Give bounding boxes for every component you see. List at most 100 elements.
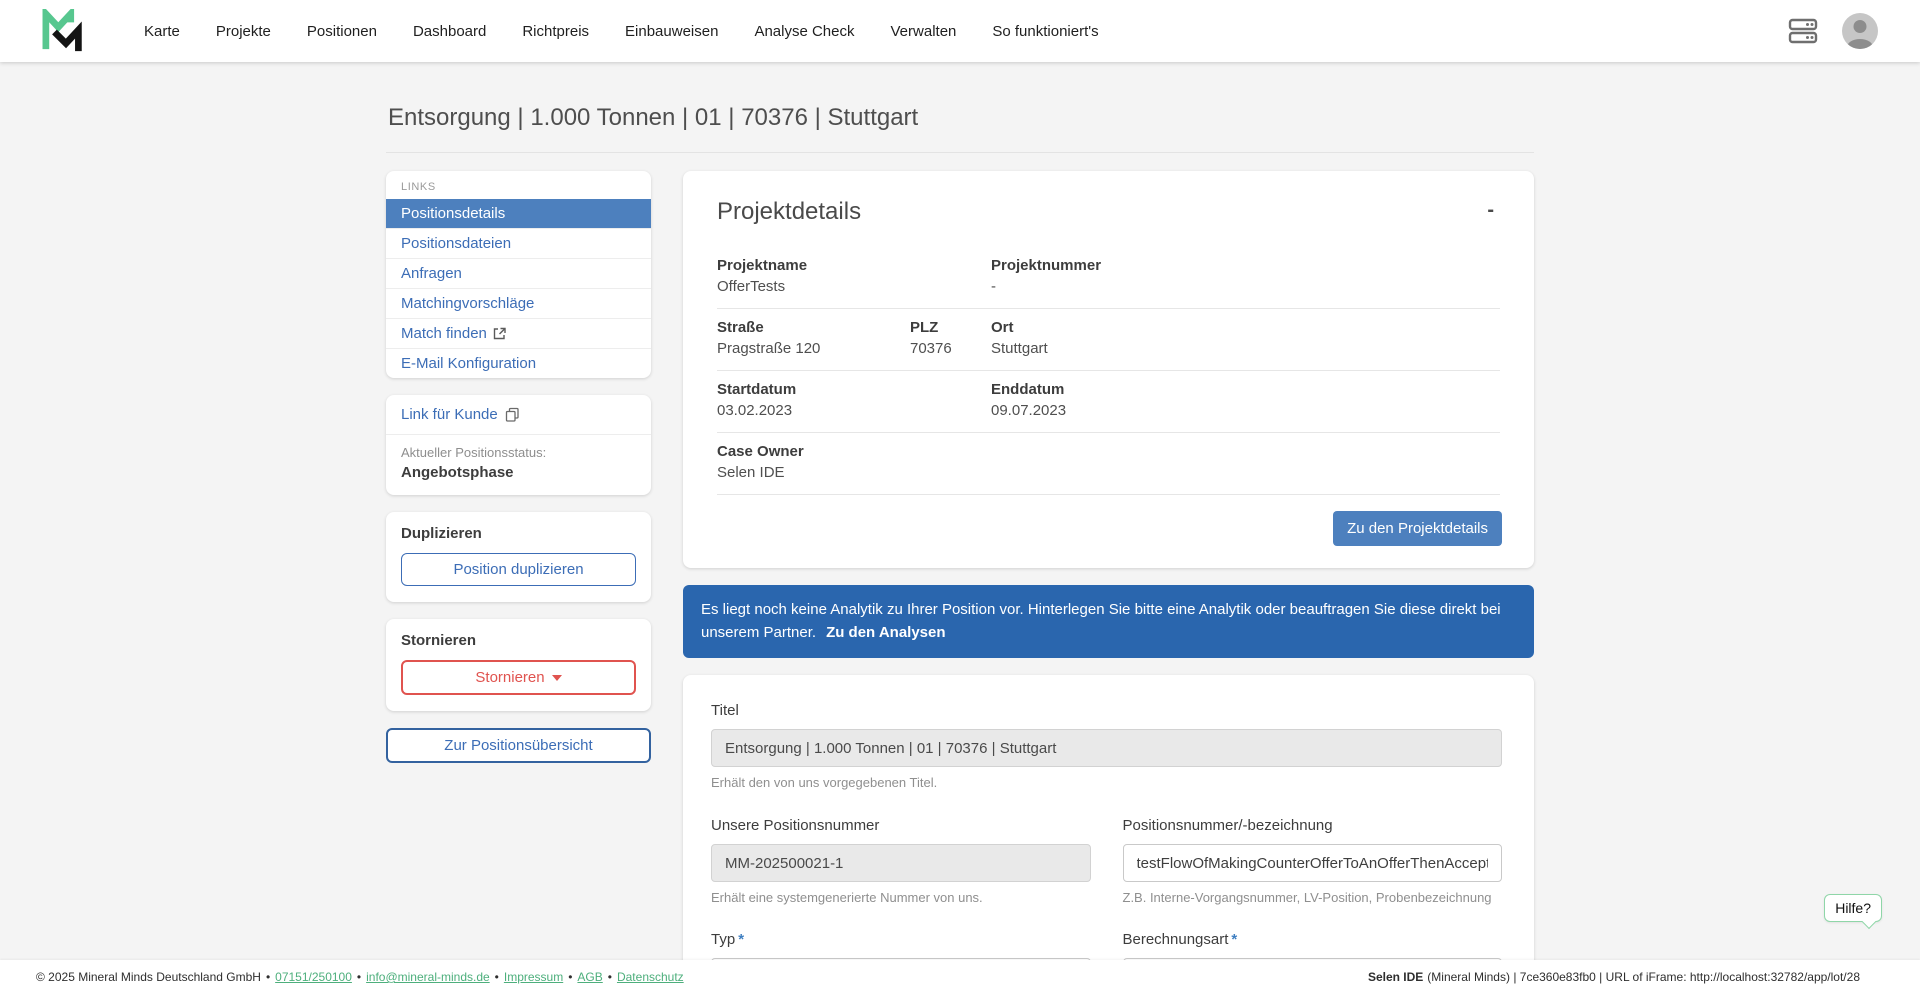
titel-field: Titel Erhält den von uns vorgegebenen Ti…: [711, 702, 1502, 790]
footer: © 2025 Mineral Minds Deutschland GmbH • …: [0, 960, 1920, 994]
nav-item-einbauweisen[interactable]: Einbauweisen: [625, 23, 718, 40]
page-container: Entsorgung | 1.000 Tonnen | 01 | 70376 |…: [386, 0, 1534, 994]
collapse-button[interactable]: -: [1481, 198, 1500, 222]
startdatum-label: Startdatum: [717, 381, 797, 398]
nav-item-verwalten[interactable]: Verwalten: [891, 23, 957, 40]
sidebar-links: Positionsdetails Positionsdateien Anfrag…: [386, 199, 651, 378]
position-overview-button[interactable]: Zur Positionsübersicht: [386, 728, 651, 763]
plz-label: PLZ: [910, 319, 939, 336]
ort-label: Ort: [991, 319, 1014, 336]
sidebar-item-match-finden[interactable]: Match finden: [386, 318, 651, 348]
duplicate-header: Duplizieren: [401, 525, 482, 542]
links-card: LINKS Positionsdetails Positionsdateien …: [386, 171, 651, 378]
sidebar-item-positionsdetails[interactable]: Positionsdetails: [386, 199, 651, 228]
nav-item-dashboard[interactable]: Dashboard: [413, 23, 486, 40]
titel-label: Titel: [711, 702, 739, 719]
status-label: Aktueller Positionsstatus:: [401, 445, 547, 460]
nav-item-analyse-check[interactable]: Analyse Check: [754, 23, 854, 40]
required-asterisk: *: [738, 931, 745, 948]
customer-link-card: Link für Kunde Aktueller Positionsstatus…: [386, 395, 651, 495]
duplicate-card: Duplizieren Position duplizieren: [386, 512, 651, 602]
agb-link[interactable]: AGB: [577, 970, 602, 984]
copyright-text: © 2025 Mineral Minds Deutschland GmbH: [36, 970, 261, 984]
page-title: Entsorgung | 1.000 Tonnen | 01 | 70376 |…: [388, 104, 919, 131]
cancel-position-button[interactable]: Stornieren: [401, 660, 636, 695]
position-form-card: Titel Erhält den von uns vorgegebenen Ti…: [683, 675, 1534, 994]
user-avatar[interactable]: [1842, 13, 1878, 49]
external-link-icon: [493, 327, 506, 340]
mineral-minds-logo-icon[interactable]: [42, 8, 92, 54]
footer-user-name: Selen IDE: [1367, 970, 1424, 984]
main-content: Projektdetails - Projektname OfferTests …: [683, 171, 1534, 994]
help-button[interactable]: Hilfe?: [1824, 894, 1882, 922]
unsere-positionsnummer-field: Unsere Positionsnummer Erhält eine syste…: [711, 817, 1091, 905]
sidebar-item-anfragen[interactable]: Anfragen: [386, 258, 651, 288]
titel-input: [711, 729, 1502, 767]
startdatum-value: 03.02.2023: [717, 402, 793, 419]
cancel-header: Stornieren: [401, 632, 477, 649]
projektnummer-value: -: [991, 278, 996, 295]
server-icon[interactable]: [1788, 17, 1818, 45]
plz-value: 70376: [910, 340, 952, 357]
nav-item-karte[interactable]: Karte: [144, 23, 180, 40]
positionsnummer-label: Positionsnummer/-bezeichnung: [1122, 817, 1333, 834]
avatar-head-icon: [1853, 20, 1867, 33]
position-status-block: Aktueller Positionsstatus: Angebotsphase: [386, 435, 651, 495]
unsere-positionsnummer-help: Erhält eine systemgenerierte Nummer von …: [711, 890, 983, 905]
alert-text: Es liegt noch keine Analytik zu Ihrer Po…: [701, 601, 1501, 641]
project-details-title: Projektdetails: [717, 198, 862, 225]
datenschutz-link[interactable]: Datenschutz: [617, 970, 684, 984]
sidebar: LINKS Positionsdetails Positionsdateien …: [386, 171, 651, 763]
to-analyses-link[interactable]: Zu den Analysen: [826, 624, 945, 641]
customer-link-label: Link für Kunde: [401, 406, 498, 423]
project-details-card: Projektdetails - Projektname OfferTests …: [683, 171, 1534, 568]
cancel-card: Stornieren Stornieren: [386, 619, 651, 711]
chevron-down-icon: [551, 674, 562, 681]
table-row: Projektname OfferTests Projektnummer -: [717, 247, 1500, 309]
top-navbar: Karte Projekte Positionen Dashboard Rich…: [0, 0, 1920, 62]
nav-item-richtpreis[interactable]: Richtpreis: [522, 23, 589, 40]
sidebar-item-positionsdateien[interactable]: Positionsdateien: [386, 228, 651, 258]
table-row: Case Owner Selen IDE: [717, 433, 1500, 495]
unsere-positionsnummer-label: Unsere Positionsnummer: [711, 817, 880, 834]
projektname-label: Projektname: [717, 257, 808, 274]
typ-label: Typ *: [711, 931, 1091, 948]
email-link[interactable]: info@mineral-minds.de: [366, 970, 490, 984]
cancel-button-label: Stornieren: [475, 669, 545, 686]
sidebar-item-email-konfiguration[interactable]: E-Mail Konfiguration: [386, 348, 651, 378]
navbar-right: [1788, 13, 1878, 49]
avatar-body-icon: [1847, 39, 1873, 49]
to-project-details-button[interactable]: Zu den Projektdetails: [1333, 511, 1502, 546]
positionsnummer-field: Positionsnummer/-bezeichnung Z.B. Intern…: [1122, 817, 1502, 905]
sidebar-item-matchingvorschlaege[interactable]: Matchingvorschläge: [386, 288, 651, 318]
projektnummer-label: Projektnummer: [991, 257, 1102, 274]
positionsnummer-input[interactable]: [1122, 844, 1502, 882]
phone-link[interactable]: 07151/250100: [275, 970, 352, 984]
separator: •: [494, 970, 499, 984]
strasse-value: Pragstraße 120: [717, 340, 821, 357]
footer-user-details: (Mineral Minds) | 7ce360e83fb0 | URL of …: [1427, 970, 1860, 984]
case-owner-value: Selen IDE: [717, 464, 785, 481]
strasse-label: Straße: [717, 319, 764, 336]
berechnungsart-label: Berechnungsart *: [1123, 931, 1503, 948]
nav-item-positionen[interactable]: Positionen: [307, 23, 377, 40]
table-row: Straße Pragstraße 120 PLZ 70376 Ort Stut…: [717, 309, 1500, 371]
table-row: Startdatum 03.02.2023 Enddatum 09.07.202…: [717, 371, 1500, 433]
footer-user-info: Selen IDE (Mineral Minds) | 7ce360e83fb0 …: [1368, 970, 1860, 984]
main-navigation: Karte Projekte Positionen Dashboard Rich…: [144, 23, 1099, 40]
case-owner-label: Case Owner: [717, 443, 804, 460]
nav-item-so-funktionierts[interactable]: So funktioniert's: [992, 23, 1098, 40]
analytics-alert-banner: Es liegt noch keine Analytik zu Ihrer Po…: [683, 585, 1534, 658]
footer-left: © 2025 Mineral Minds Deutschland GmbH • …: [36, 970, 684, 984]
projektname-value: OfferTests: [717, 278, 786, 295]
required-asterisk: *: [1231, 931, 1238, 948]
duplicate-position-button[interactable]: Position duplizieren: [401, 553, 636, 586]
customer-link[interactable]: Link für Kunde: [386, 395, 651, 435]
separator: •: [607, 970, 612, 984]
impressum-link[interactable]: Impressum: [504, 970, 563, 984]
enddatum-label: Enddatum: [991, 381, 1065, 398]
separator: •: [356, 970, 362, 984]
separator: •: [568, 970, 573, 984]
typ-label-text: Typ: [711, 931, 736, 948]
nav-item-projekte[interactable]: Projekte: [216, 23, 271, 40]
